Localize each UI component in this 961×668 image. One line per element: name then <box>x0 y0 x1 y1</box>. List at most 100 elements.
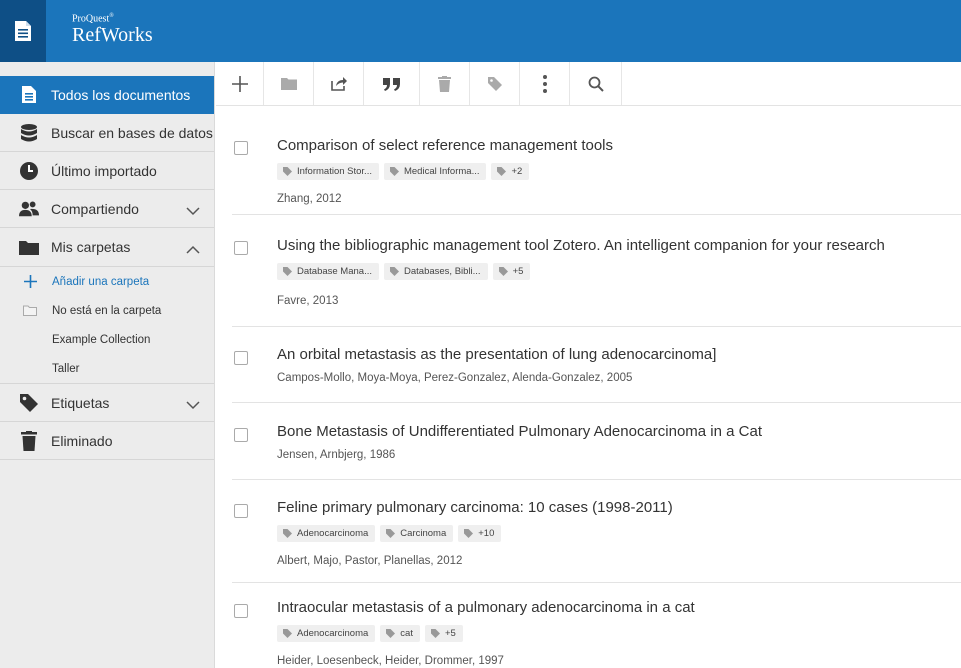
tag-chip[interactable]: Database Mana... <box>277 263 379 280</box>
document-row[interactable]: Intraocular metastasis of a pulmonary ad… <box>232 583 961 668</box>
tag-list: Information Stor... Medical Informa... +… <box>277 163 530 180</box>
sidebar-item-label: Todos los documentos <box>51 86 191 103</box>
folder-outline-icon <box>22 305 38 316</box>
tag-chip[interactable]: cat <box>380 625 420 642</box>
tag-label: Adenocarcinoma <box>297 528 369 539</box>
tag-icon <box>389 167 399 176</box>
sidebar-item-sharing[interactable]: Compartiendo <box>0 190 214 228</box>
sidebar-item-label: Etiquetas <box>51 394 110 411</box>
sidebar-item-last-imported[interactable]: Último importado <box>0 152 214 190</box>
more-options-button[interactable] <box>520 62 570 105</box>
sidebar-item-label: Eliminado <box>51 432 113 449</box>
tag-icon <box>487 76 502 91</box>
document-row[interactable]: Bone Metastasis of Undifferentiated Pulm… <box>232 403 961 480</box>
chevron-down-icon[interactable] <box>186 397 200 413</box>
tag-icon <box>283 267 292 276</box>
tag-list: Database Mana... Databases, Bibli... +5 <box>277 263 531 280</box>
sidebar-item-my-folders[interactable]: Mis carpetas <box>0 228 214 266</box>
folder-label: No está en la carpeta <box>52 304 162 317</box>
sidebar-item-search-databases[interactable]: Buscar en bases de datos <box>0 114 214 152</box>
folder-not-in-folder[interactable]: No está en la carpeta <box>0 296 214 325</box>
document-row[interactable]: Using the bibliographic management tool … <box>232 215 961 327</box>
brand-top: ProQuest <box>72 13 110 25</box>
document-row[interactable]: Comparison of select reference managemen… <box>232 118 961 215</box>
tag-label: Information Stor... <box>297 166 372 177</box>
row-checkbox[interactable] <box>234 604 248 618</box>
tag-more-chip[interactable]: +10 <box>458 525 502 542</box>
document-title[interactable]: Comparison of select reference managemen… <box>277 137 613 154</box>
tag-label: +2 <box>511 166 523 177</box>
sidebar: Todos los documentos Buscar en bases de … <box>0 62 215 668</box>
folder-icon <box>19 237 39 257</box>
document-title[interactable]: Using the bibliographic management tool … <box>277 237 885 254</box>
tag-label: +5 <box>512 266 524 277</box>
document-authors: Albert, Majo, Pastor, Planellas, 2012 <box>277 555 463 567</box>
sidebar-item-all-documents[interactable]: Todos los documentos <box>0 76 214 114</box>
share-button[interactable] <box>314 62 364 105</box>
tag-chip[interactable]: Adenocarcinoma <box>277 525 376 542</box>
sidebar-item-tags[interactable]: Etiquetas <box>0 384 214 422</box>
folder-example-collection[interactable]: Example Collection <box>0 325 214 354</box>
add-folder-label: Añadir una carpeta <box>52 275 150 288</box>
tag-chip[interactable]: Medical Informa... <box>383 163 487 180</box>
tag-chip[interactable]: Information Stor... <box>277 163 379 180</box>
sidebar-item-label: Mis carpetas <box>51 239 131 255</box>
document-authors: Jensen, Arnbjerg, 1986 <box>277 449 396 461</box>
tag-icon <box>497 167 507 176</box>
folder-label: Example Collection <box>52 333 151 346</box>
row-checkbox[interactable] <box>234 504 248 518</box>
tag-chip[interactable]: Carcinoma <box>380 525 454 542</box>
plus-icon <box>231 75 248 92</box>
tag-icon <box>390 267 399 276</box>
add-folder-button[interactable]: Añadir una carpeta <box>0 267 214 296</box>
folder-label: Taller <box>52 362 80 375</box>
tag-label: cat <box>400 628 413 639</box>
sidebar-item-label: Buscar en bases de datos <box>51 124 213 141</box>
document-authors: Heider, Loesenbeck, Heider, Drommer, 199… <box>277 655 504 667</box>
clock-icon <box>19 161 39 181</box>
document-title[interactable]: Intraocular metastasis of a pulmonary ad… <box>277 599 695 616</box>
tag-label: Adenocarcinoma <box>297 628 369 639</box>
tag-icon <box>283 167 292 176</box>
document-row[interactable]: Feline primary pulmonary carcinoma: 10 c… <box>232 480 961 583</box>
tag-icon <box>283 629 292 638</box>
row-checkbox[interactable] <box>234 241 248 255</box>
document-icon <box>19 85 39 105</box>
document-title[interactable]: Feline primary pulmonary carcinoma: 10 c… <box>277 499 673 516</box>
tag-chip[interactable]: Databases, Bibli... <box>384 263 488 280</box>
app-logo[interactable] <box>0 0 46 62</box>
trash-icon <box>19 430 39 451</box>
row-checkbox[interactable] <box>234 351 248 365</box>
tag-more-chip[interactable]: +5 <box>492 263 531 280</box>
plus-icon <box>22 275 38 288</box>
chevron-down-icon[interactable] <box>186 203 200 219</box>
tag-button[interactable] <box>470 62 520 105</box>
database-icon <box>19 123 39 143</box>
row-checkbox[interactable] <box>234 428 248 442</box>
document-row[interactable]: An orbital metastasis as the presentatio… <box>232 327 961 403</box>
document-title[interactable]: An orbital metastasis as the presentatio… <box>277 346 716 363</box>
folder-taller[interactable]: Taller <box>0 354 214 383</box>
tag-more-chip[interactable]: +2 <box>491 163 530 180</box>
tag-list: Adenocarcinoma cat +5 <box>277 625 463 642</box>
tag-label: Database Mana... <box>297 266 372 277</box>
tag-icon <box>464 529 474 538</box>
delete-button[interactable] <box>420 62 470 105</box>
tag-icon <box>430 629 440 638</box>
add-reference-button[interactable] <box>216 62 264 105</box>
folder-list: Añadir una carpeta No está en la carpeta… <box>0 266 214 384</box>
row-checkbox[interactable] <box>234 141 248 155</box>
move-to-folder-button[interactable] <box>264 62 314 105</box>
chevron-up-icon[interactable] <box>186 241 200 257</box>
tag-chip[interactable]: Adenocarcinoma <box>277 625 376 642</box>
tag-more-chip[interactable]: +5 <box>424 625 463 642</box>
brand-reg: ® <box>109 13 114 19</box>
cite-button[interactable] <box>364 62 420 105</box>
tag-label: Carcinoma <box>400 528 447 539</box>
brand-logo: ProQuest® RefWorks <box>72 11 153 46</box>
tag-label: +5 <box>444 628 456 639</box>
document-title[interactable]: Bone Metastasis of Undifferentiated Pulm… <box>277 423 762 440</box>
search-button[interactable] <box>570 62 622 105</box>
share-icon <box>330 77 347 91</box>
sidebar-item-deleted[interactable]: Eliminado <box>0 422 214 460</box>
